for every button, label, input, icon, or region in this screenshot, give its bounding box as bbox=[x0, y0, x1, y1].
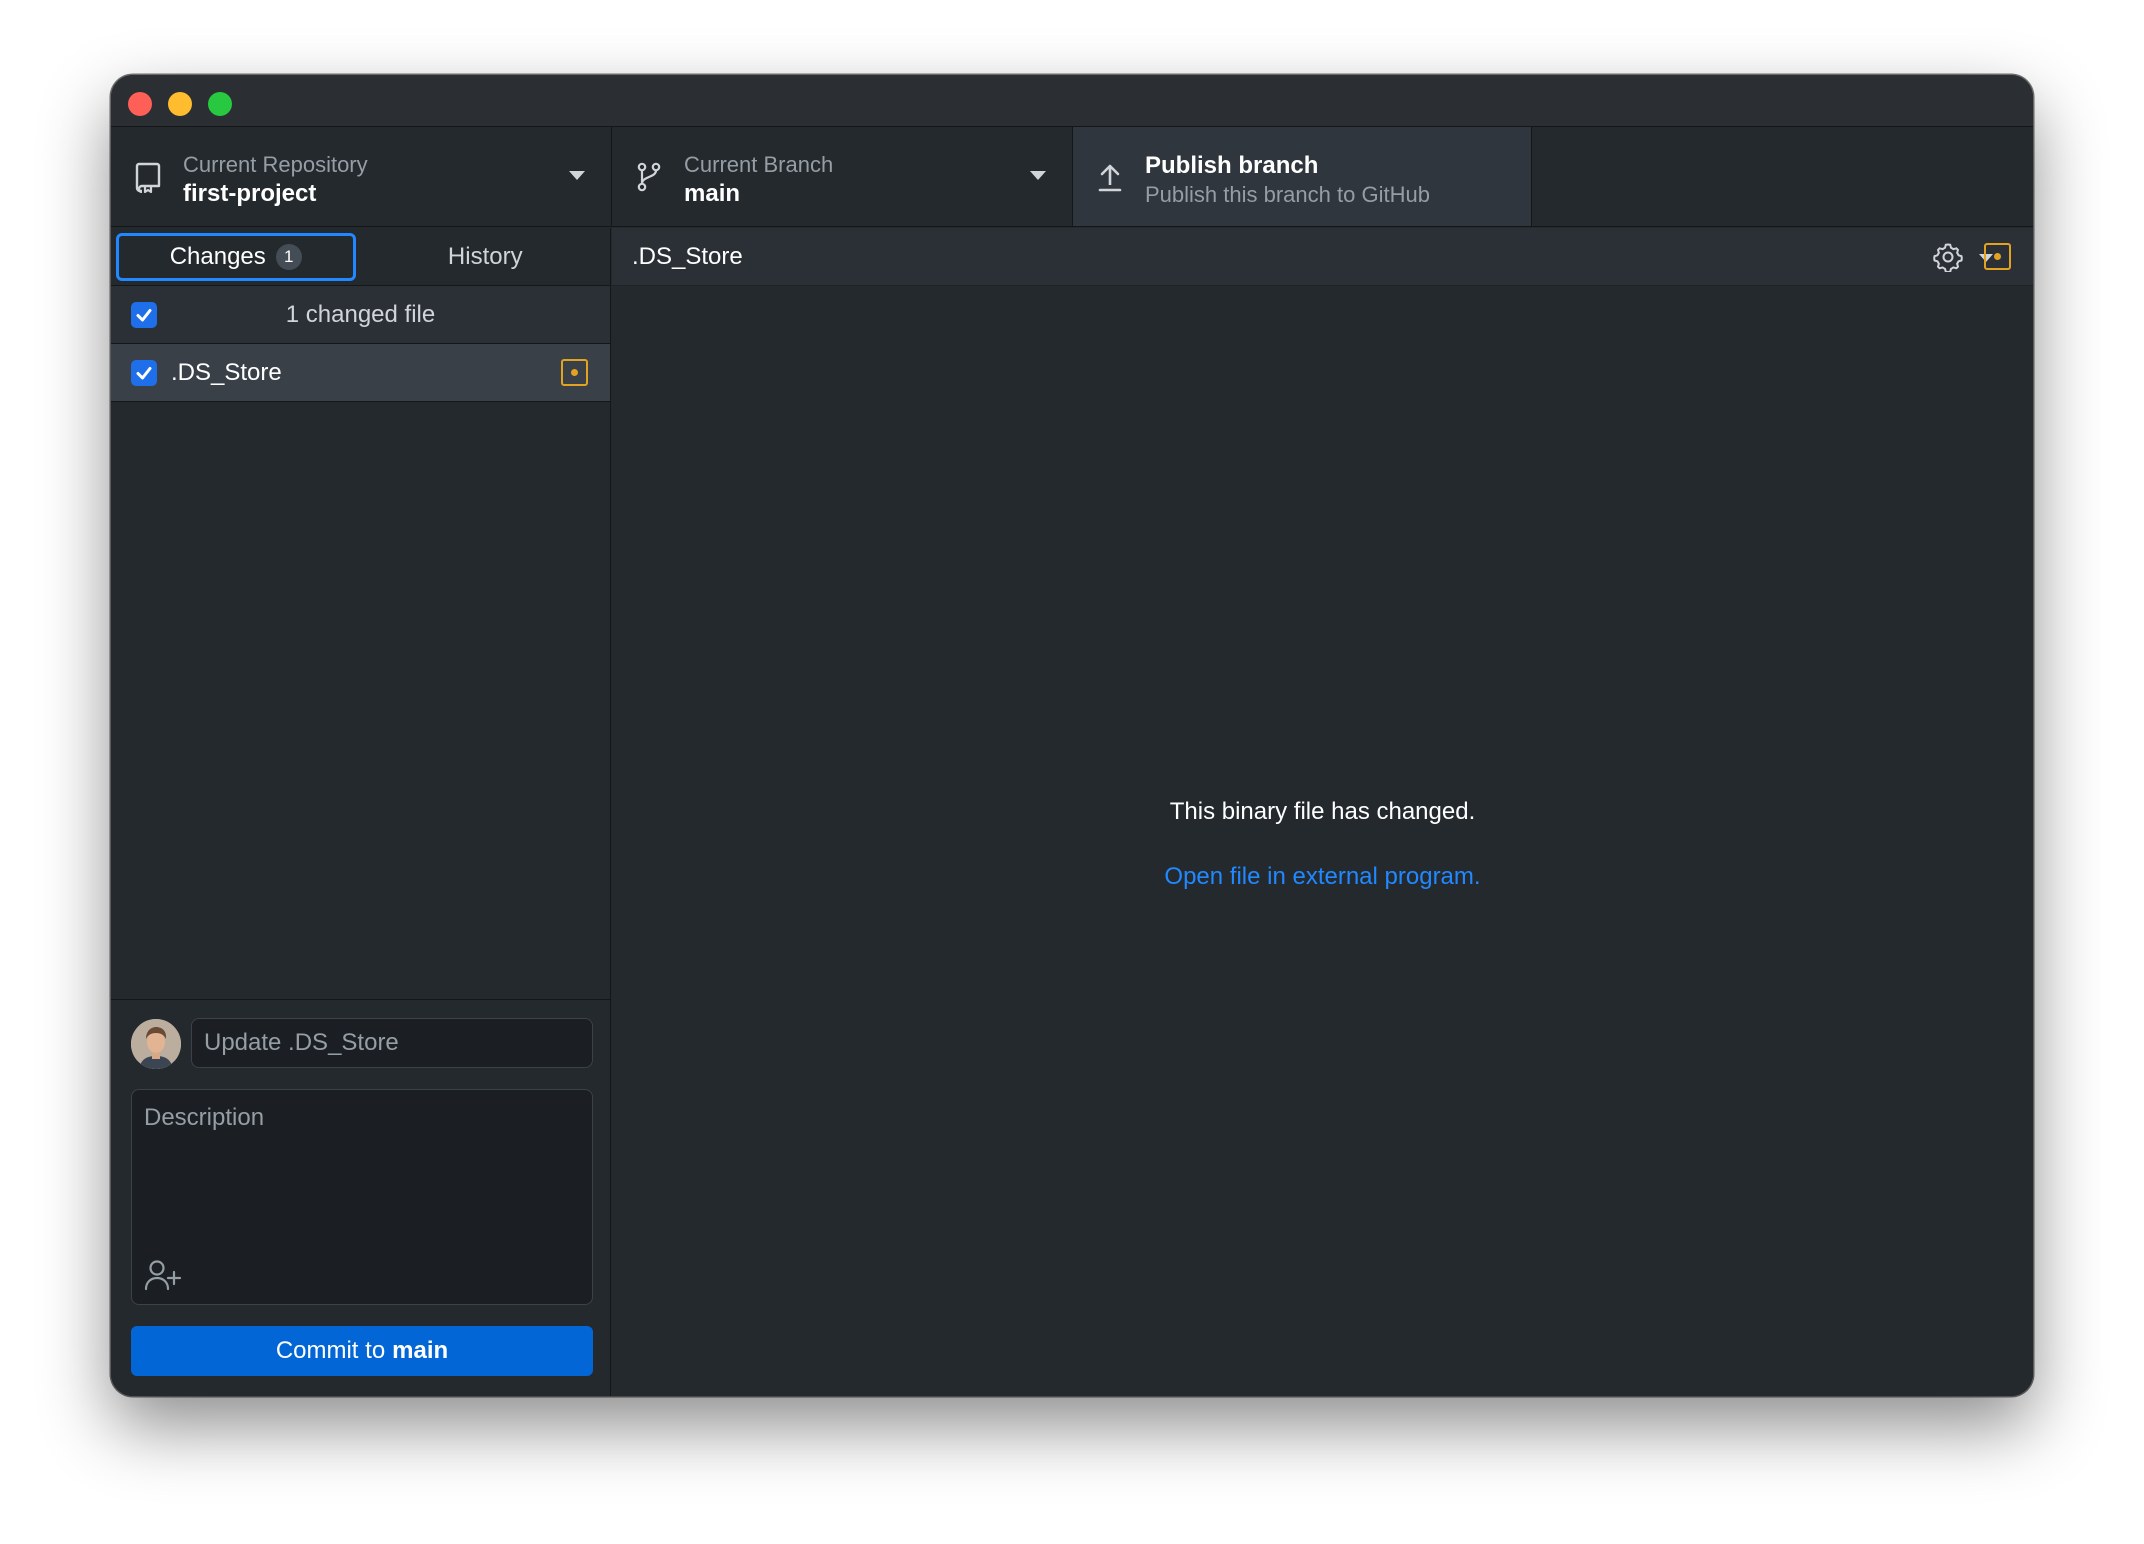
binary-file-message: This binary file has changed. bbox=[1169, 798, 1476, 825]
file-list-item[interactable]: .DS_Store bbox=[111, 344, 610, 402]
sidebar: Changes 1 History 1 changed file .DS_Sto… bbox=[111, 228, 611, 1396]
diff-file-name: .DS_Store bbox=[632, 242, 743, 270]
changed-files-count: 1 changed file bbox=[285, 300, 436, 328]
upload-icon bbox=[1098, 164, 1122, 192]
avatar bbox=[131, 1019, 181, 1069]
file-name: .DS_Store bbox=[171, 358, 282, 386]
current-repository-label: Current Repository bbox=[183, 152, 368, 177]
commit-description-input[interactable] bbox=[132, 1090, 592, 1250]
chevron-down-icon bbox=[1030, 171, 1046, 180]
tab-changes-label: Changes bbox=[169, 243, 266, 270]
checkmark-icon bbox=[136, 309, 152, 322]
file-include-checkbox[interactable] bbox=[131, 360, 157, 386]
commit-button[interactable]: Commit to main bbox=[131, 1326, 593, 1376]
changes-count-badge: 1 bbox=[275, 244, 302, 270]
publish-branch-title: Publish branch bbox=[1145, 152, 1319, 179]
diff-panel: .DS_Store This binary file has changed. … bbox=[612, 228, 2033, 1396]
repo-icon bbox=[135, 162, 161, 193]
minimize-window-button[interactable] bbox=[168, 92, 192, 116]
open-external-link[interactable]: Open file in external program. bbox=[612, 863, 2033, 891]
zoom-window-button[interactable] bbox=[208, 92, 232, 116]
gear-icon[interactable] bbox=[1933, 242, 1963, 272]
file-modified-icon bbox=[1984, 243, 2011, 270]
tab-changes[interactable]: Changes 1 bbox=[111, 228, 361, 286]
tab-history-label: History bbox=[447, 243, 523, 270]
current-repository-value: first-project bbox=[183, 180, 317, 207]
chevron-down-icon bbox=[569, 171, 585, 180]
publish-branch-button[interactable]: Publish branch Publish this branch to Gi… bbox=[1073, 127, 1532, 226]
current-branch-button[interactable]: Current Branch main bbox=[612, 127, 1073, 226]
sidebar-tabs: Changes 1 History bbox=[111, 228, 610, 286]
tab-history[interactable]: History bbox=[361, 228, 611, 286]
file-modified-icon bbox=[561, 359, 588, 386]
checkmark-icon bbox=[136, 367, 152, 380]
publish-branch-subtitle: Publish this branch to GitHub bbox=[1145, 182, 1430, 207]
commit-button-branch: main bbox=[392, 1337, 449, 1364]
current-branch-label: Current Branch bbox=[684, 152, 834, 177]
commit-button-prefix: Commit to bbox=[275, 1337, 386, 1364]
changed-files-header: 1 changed file bbox=[111, 286, 610, 344]
select-all-checkbox[interactable] bbox=[131, 302, 157, 328]
diff-header: .DS_Store bbox=[612, 228, 2033, 286]
commit-form: Commit to main bbox=[111, 999, 610, 1396]
commit-description-box bbox=[131, 1089, 593, 1305]
current-branch-value: main bbox=[684, 180, 741, 207]
app-window: Current Repository first-project Current… bbox=[111, 75, 2033, 1396]
toolbar: Current Repository first-project Current… bbox=[111, 127, 2033, 227]
add-coauthor-icon[interactable] bbox=[144, 1258, 182, 1292]
close-window-button[interactable] bbox=[128, 92, 152, 116]
title-bar bbox=[111, 75, 2033, 127]
current-repository-button[interactable]: Current Repository first-project bbox=[111, 127, 612, 226]
git-branch-icon bbox=[637, 162, 661, 192]
commit-summary-input[interactable] bbox=[191, 1018, 593, 1068]
